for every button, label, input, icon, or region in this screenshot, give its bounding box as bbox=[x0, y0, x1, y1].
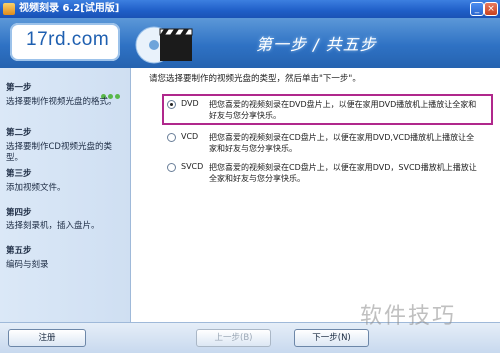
app-window: 视频刻录 6.2[试用版] _ × 17rd.com 第一步 / 共五步 第一步… bbox=[0, 0, 500, 353]
register-button[interactable]: 注册 bbox=[8, 329, 86, 347]
header-banner: 17rd.com 第一步 / 共五步 bbox=[0, 18, 500, 68]
option-svcd-label[interactable]: SVCD bbox=[181, 162, 203, 171]
title-bar: 视频刻录 6.2[试用版] _ × bbox=[0, 0, 500, 18]
app-icon bbox=[3, 3, 15, 15]
disc-clapperboard-icon bbox=[135, 26, 193, 64]
step-3-desc: 添加视频文件。 bbox=[6, 183, 66, 193]
option-svcd-desc: 把您喜爱的视频刻录在CD盘片上，以便在家用DVD，SVCD播放机上播放让全家和好… bbox=[209, 163, 477, 183]
option-vcd-label[interactable]: VCD bbox=[181, 132, 198, 141]
instruction-text: 请您选择要制作的视频光盘的类型，然后单击"下一步"。 bbox=[149, 74, 361, 84]
step-2-desc: 选择要制作CD视频光盘的类型。 bbox=[6, 142, 112, 163]
radio-vcd[interactable] bbox=[167, 133, 176, 142]
logo-box: 17rd.com bbox=[10, 23, 120, 61]
step-5-title: 第五步 bbox=[6, 246, 32, 256]
step-banner: 第一步 / 共五步 bbox=[256, 35, 377, 54]
logo-text: 17rd.com bbox=[26, 29, 110, 50]
step-2-title: 第二步 bbox=[6, 128, 32, 138]
dvd-option-highlight bbox=[162, 94, 493, 125]
progress-indicator bbox=[101, 84, 127, 99]
prev-step-button[interactable]: 上一步(B) bbox=[196, 329, 271, 347]
steps-sidebar: 第一步 选择要制作视频光盘的格式。 第二步 选择要制作CD视频光盘的类型。 第三… bbox=[0, 68, 131, 322]
step-5-desc: 编码与刻录 bbox=[6, 260, 49, 270]
step-3-title: 第三步 bbox=[6, 169, 32, 179]
option-vcd-desc: 把您喜爱的视频刻录在CD盘片上，以便在家用DVD,VCD播放机上播放让全家和好友… bbox=[209, 133, 475, 153]
radio-svcd[interactable] bbox=[167, 163, 176, 172]
watermark-text: 软件技巧 bbox=[360, 304, 457, 329]
window-title: 视频刻录 6.2[试用版] bbox=[19, 3, 120, 14]
step-1-title: 第一步 bbox=[6, 83, 32, 93]
close-button[interactable]: × bbox=[484, 2, 498, 16]
next-step-button[interactable]: 下一步(N) bbox=[294, 329, 369, 347]
step-4-desc: 选择刻录机，插入盘片。 bbox=[6, 221, 100, 231]
step-1-desc: 选择要制作视频光盘的格式。 bbox=[6, 97, 117, 107]
minimize-button[interactable]: _ bbox=[470, 2, 484, 16]
step-4-title: 第四步 bbox=[6, 208, 32, 218]
